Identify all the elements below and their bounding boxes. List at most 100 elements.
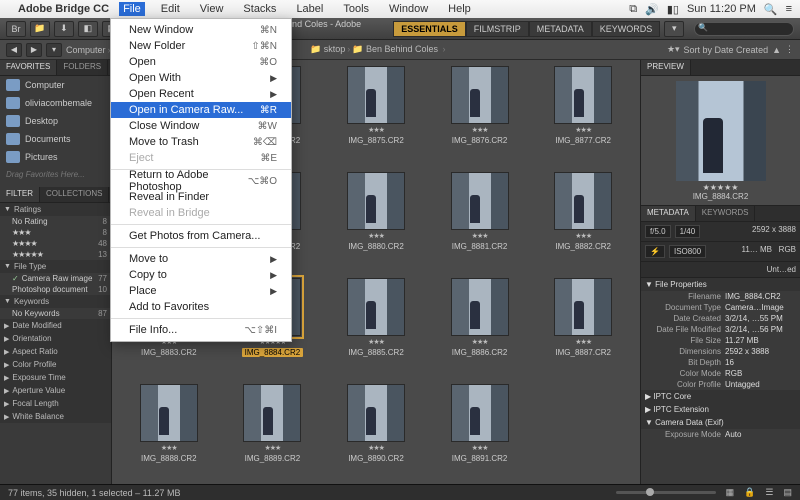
view-details-icon[interactable]: ▤ — [783, 487, 792, 498]
filter-header-orientation[interactable]: ▶Orientation — [0, 332, 111, 345]
reveal-button[interactable]: ▾ — [46, 43, 62, 57]
star-filter-icon[interactable]: ★▾ — [667, 44, 680, 55]
menu-item-copy-to[interactable]: Copy to▶ — [111, 267, 291, 283]
workspace-essentials[interactable]: ESSENTIALS — [393, 21, 466, 37]
filter-header-focal-length[interactable]: ▶Focal Length — [0, 397, 111, 410]
menu-item-reveal-in-finder[interactable]: Reveal in Finder — [111, 189, 291, 205]
menu-item-open-recent[interactable]: Open Recent▶ — [111, 86, 291, 102]
forward-button[interactable]: ▶ — [26, 43, 42, 57]
filter-header-ratings[interactable]: ▼Ratings — [0, 203, 111, 216]
tab-collections[interactable]: COLLECTIONS — [40, 187, 109, 202]
meta-group[interactable]: ▶ IPTC Core — [641, 390, 800, 403]
thumbnail[interactable]: ★★★IMG_8889.CR2 — [226, 384, 320, 478]
search-input[interactable] — [694, 22, 794, 36]
meta-group[interactable]: ▶ IPTC Extension — [641, 403, 800, 416]
filter-rating-row[interactable]: ★★★★★13 — [0, 249, 111, 260]
filter-header-keywords[interactable]: ▼Keywords — [0, 295, 111, 308]
menu-label[interactable]: Label — [292, 2, 327, 16]
bridge-icon[interactable]: Br — [6, 21, 26, 37]
back-button[interactable]: ◀ — [6, 43, 22, 57]
menu-item-place[interactable]: Place▶ — [111, 283, 291, 299]
menu-window[interactable]: Window — [385, 2, 432, 16]
menu-item-open-with[interactable]: Open With▶ — [111, 70, 291, 86]
favorite-pictures[interactable]: Pictures — [0, 148, 111, 166]
filter-header-aperture-value[interactable]: ▶Aperture Value — [0, 384, 111, 397]
thumbnail[interactable]: ★★★IMG_8876.CR2 — [433, 66, 527, 160]
tab-favorites[interactable]: FAVORITES — [0, 60, 57, 75]
view-lock-icon[interactable]: 🔒 — [744, 487, 755, 498]
workspace-filmstrip[interactable]: FILMSTRIP — [466, 21, 529, 37]
notification-icon[interactable]: ≡ — [786, 3, 792, 15]
favorite-desktop[interactable]: Desktop — [0, 112, 111, 130]
menu-item-new-window[interactable]: New Window⌘N — [111, 22, 291, 38]
thumbnail[interactable]: ★★★IMG_8891.CR2 — [433, 384, 527, 478]
meta-group[interactable]: ▼ Camera Data (Exif) — [641, 416, 800, 429]
favorite-documents[interactable]: Documents — [0, 130, 111, 148]
view-list-icon[interactable]: ☰ — [765, 487, 773, 498]
thumbnail[interactable]: ★★★IMG_8887.CR2 — [536, 278, 630, 372]
tab-keywords[interactable]: KEYWORDS — [696, 206, 756, 221]
breadcrumb[interactable]: 📁 sktop›📁 Ben Behind Coles › — [310, 44, 448, 55]
workspace-menu-icon[interactable]: ▾ — [664, 21, 684, 37]
filter-header-color-profile[interactable]: ▶Color Profile — [0, 358, 111, 371]
menu-item-add-to-favorites[interactable]: Add to Favorites — [111, 299, 291, 315]
tab-metadata[interactable]: METADATA — [641, 206, 696, 221]
sort-options-icon[interactable]: ⋮ — [785, 44, 794, 55]
spotlight-icon[interactable]: 🔍 — [764, 3, 778, 16]
thumbnail[interactable]: ★★★IMG_8886.CR2 — [433, 278, 527, 372]
tab-filter[interactable]: FILTER — [0, 187, 40, 202]
sort-control[interactable]: ★▾ Sort by Date Created ▲ ⋮ — [667, 44, 794, 55]
thumbnail[interactable]: ★★★IMG_8880.CR2 — [329, 172, 423, 266]
workspace-keywords[interactable]: KEYWORDS — [592, 21, 661, 37]
favorite-oliviacombemale[interactable]: oliviacombemale — [0, 94, 111, 112]
folder-icon[interactable]: 📁 — [30, 21, 50, 37]
download-icon[interactable]: ⬇ — [54, 21, 74, 37]
wifi-icon[interactable]: ⧉ — [629, 3, 637, 16]
menu-item-open[interactable]: Open⌘O — [111, 54, 291, 70]
sort-direction-icon[interactable]: ▲ — [772, 45, 781, 55]
volume-icon[interactable]: 🔊 — [645, 3, 659, 16]
thumbnail[interactable]: ★★★IMG_8882.CR2 — [536, 172, 630, 266]
thumbnail[interactable]: ★★★IMG_8890.CR2 — [329, 384, 423, 478]
filter-filetype-row[interactable]: ✓Camera Raw image77 — [0, 273, 111, 284]
menu-stacks[interactable]: Stacks — [239, 2, 280, 16]
filter-header-aspect-ratio[interactable]: ▶Aspect Ratio — [0, 345, 111, 358]
tab-folders[interactable]: FOLDERS — [57, 60, 108, 75]
view-grid-icon[interactable]: ▦ — [726, 487, 735, 498]
thumbnail-size-slider[interactable] — [616, 491, 716, 494]
meta-group-file-properties[interactable]: ▼ File Properties — [641, 278, 800, 291]
preview-image[interactable] — [676, 81, 766, 181]
thumbnail[interactable]: ★★★IMG_8881.CR2 — [433, 172, 527, 266]
menu-help[interactable]: Help — [444, 2, 475, 16]
menu-item-close-window[interactable]: Close Window⌘W — [111, 118, 291, 134]
menu-item-file-info-[interactable]: File Info...⌥⇧⌘I — [111, 322, 291, 338]
thumbnail[interactable]: ★★★IMG_8875.CR2 — [329, 66, 423, 160]
menu-item-get-photos-from-camera-[interactable]: Get Photos from Camera... — [111, 228, 291, 244]
camera-raw-icon[interactable]: ◧ — [78, 21, 98, 37]
filter-keyword-row[interactable]: No Keywords87 — [0, 308, 111, 319]
tab-preview[interactable]: PREVIEW — [641, 60, 691, 75]
thumbnail[interactable]: ★★★IMG_8885.CR2 — [329, 278, 423, 372]
battery-icon[interactable]: ▮▯ — [667, 3, 679, 16]
menu-item-move-to-trash[interactable]: Move to Trash⌘⌫ — [111, 134, 291, 150]
menu-item-move-to[interactable]: Move to▶ — [111, 251, 291, 267]
filter-header-file-type[interactable]: ▼File Type — [0, 260, 111, 273]
menu-item-open-in-camera-raw-[interactable]: Open in Camera Raw...⌘R — [111, 102, 291, 118]
menu-item-return-to-adobe-photoshop[interactable]: Return to Adobe Photoshop⌥⌘O — [111, 173, 291, 189]
workspace-metadata[interactable]: METADATA — [529, 21, 592, 37]
menu-item-new-folder[interactable]: New Folder⇧⌘N — [111, 38, 291, 54]
menu-view[interactable]: View — [196, 2, 228, 16]
thumbnail[interactable]: ★★★IMG_8877.CR2 — [536, 66, 630, 160]
menu-file[interactable]: File — [119, 2, 145, 16]
filter-rating-row[interactable]: ★★★8 — [0, 227, 111, 238]
menu-tools[interactable]: Tools — [339, 2, 373, 16]
filter-rating-row[interactable]: No Rating8 — [0, 216, 111, 227]
filter-filetype-row[interactable]: Photoshop document10 — [0, 284, 111, 295]
favorite-computer[interactable]: Computer — [0, 76, 111, 94]
filter-header-exposure-time[interactable]: ▶Exposure Time — [0, 371, 111, 384]
filter-header-date-modified[interactable]: ▶Date Modified — [0, 319, 111, 332]
thumbnail[interactable]: ★★★IMG_8888.CR2 — [122, 384, 216, 478]
menu-edit[interactable]: Edit — [157, 2, 184, 16]
filter-header-white-balance[interactable]: ▶White Balance — [0, 410, 111, 423]
filter-rating-row[interactable]: ★★★★48 — [0, 238, 111, 249]
